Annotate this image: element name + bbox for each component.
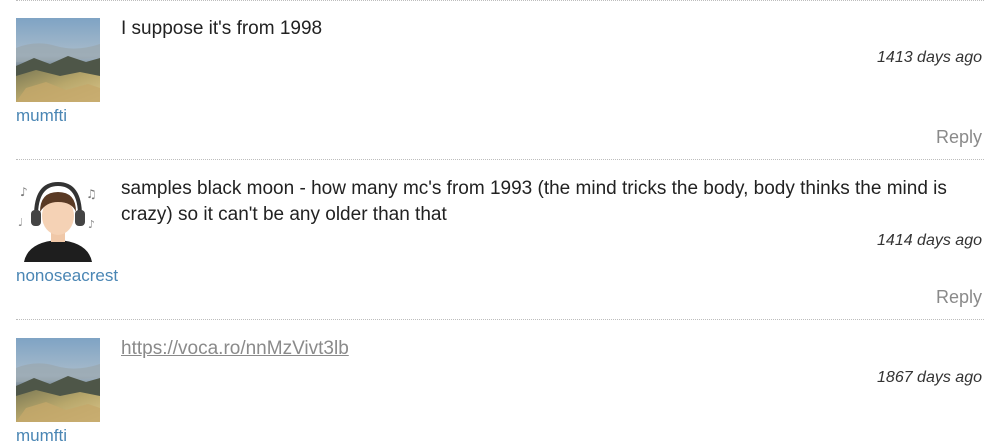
comment-text: https://voca.ro/nnMzVivt3lb [121, 336, 980, 362]
timestamp: 1867 days ago [877, 369, 982, 386]
svg-text:♩: ♩ [18, 216, 23, 229]
username-link[interactable]: mumfti [16, 106, 67, 126]
username-link[interactable]: nonoseacrest [16, 266, 118, 286]
user-avatar[interactable] [16, 18, 100, 102]
user-avatar[interactable]: ♪ ♫ ♩ ♪ [16, 178, 100, 262]
timestamp: 1413 days ago [877, 49, 982, 66]
comment-text: samples black moon - how many mc's from … [121, 178, 947, 225]
landscape-avatar-image [16, 18, 100, 102]
svg-text:♪: ♪ [88, 218, 95, 231]
comment-link[interactable]: https://voca.ro/nnMzVivt3lb [121, 338, 349, 359]
comment-item: mumfti I suppose it's from 1998 1413 day… [0, 0, 1000, 160]
comment-item: ♪ ♫ ♩ ♪ nonoseacrest samples black moon … [0, 160, 1000, 320]
username-link[interactable]: mumfti [16, 426, 67, 446]
svg-text:♪: ♪ [20, 185, 28, 199]
reply-button[interactable]: Reply [936, 127, 982, 148]
reply-button[interactable]: Reply [936, 287, 982, 308]
headphones-person-avatar-image: ♪ ♫ ♩ ♪ [16, 178, 100, 262]
comment-text: I suppose it's from 1998 [121, 18, 323, 39]
user-avatar[interactable] [16, 338, 100, 422]
timestamp: 1414 days ago [877, 232, 982, 249]
svg-text:♫: ♫ [86, 187, 97, 201]
comment-item: mumfti https://voca.ro/nnMzVivt3lb 1867 … [0, 320, 1000, 446]
landscape-avatar-image [16, 338, 100, 422]
